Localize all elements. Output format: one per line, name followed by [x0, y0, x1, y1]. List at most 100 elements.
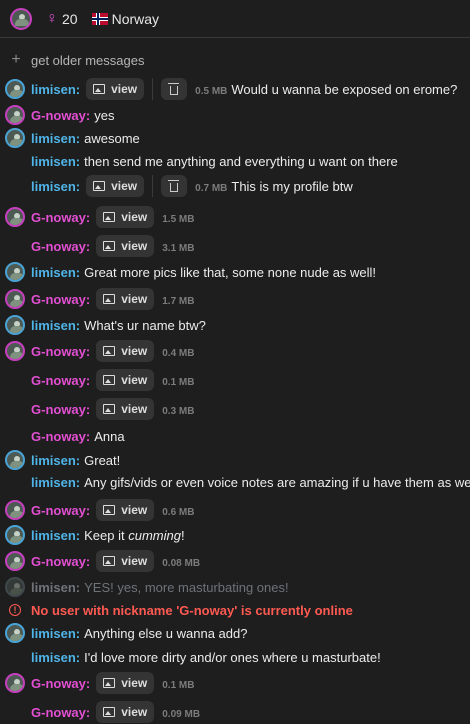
nickname[interactable]: G-noway:: [31, 239, 90, 254]
user-avatar[interactable]: [5, 128, 25, 148]
avatar-slot: [4, 288, 26, 310]
nickname[interactable]: G-noway:: [31, 503, 90, 518]
avatar-slot: [4, 261, 26, 283]
error-message: ! No user with nickname 'G-noway' is curr…: [4, 598, 470, 622]
message-row: limisen: Anything else u wanna add?: [4, 621, 470, 645]
message-row: limisen: then send me anything and everyt…: [4, 149, 470, 173]
message-row: G-noway: view 0.4 MB: [4, 339, 470, 363]
view-image-button[interactable]: view: [96, 550, 155, 572]
message-row: G-noway: view 3.1 MB: [4, 234, 470, 258]
user-avatar[interactable]: [5, 105, 25, 125]
nickname[interactable]: limisen:: [31, 453, 80, 468]
avatar-slot: [4, 499, 26, 521]
file-size: 1.5 MB: [162, 213, 195, 225]
avatar-slot: [4, 340, 26, 362]
message-row: limisen: Any gifs/vids or even voice note…: [4, 470, 470, 494]
user-avatar[interactable]: [5, 341, 25, 361]
view-image-button[interactable]: view: [96, 499, 155, 521]
view-label: view: [121, 554, 148, 568]
avatar-slot: [4, 471, 26, 493]
image-icon: [103, 404, 116, 414]
nickname[interactable]: limisen:: [31, 626, 80, 641]
file-size: 3.1 MB: [162, 242, 195, 254]
nickname[interactable]: limisen:: [31, 82, 80, 97]
nickname[interactable]: limisen:: [31, 650, 80, 665]
avatar-slot: [4, 524, 26, 546]
message-text: Great!: [84, 452, 121, 468]
view-label: view: [121, 373, 148, 387]
image-icon: [103, 294, 116, 304]
file-size: 0.08 MB: [162, 557, 201, 569]
view-label: view: [121, 676, 148, 690]
divider: [152, 78, 154, 100]
avatar-slot: [4, 576, 26, 598]
view-image-button[interactable]: view: [96, 235, 155, 257]
view-image-button[interactable]: view: [96, 369, 155, 391]
nickname[interactable]: limisen:: [31, 580, 80, 595]
user-avatar[interactable]: [5, 315, 25, 335]
user-avatar[interactable]: [5, 207, 25, 227]
nickname[interactable]: G-noway:: [31, 676, 90, 691]
avatar-slot: [4, 425, 26, 447]
nickname[interactable]: limisen:: [31, 265, 80, 280]
user-avatar[interactable]: [5, 673, 25, 693]
message-row: limisen: Great!: [4, 448, 470, 472]
view-image-button[interactable]: view: [96, 701, 155, 723]
view-image-button[interactable]: view: [86, 78, 145, 100]
message-row: G-noway: view 1.5 MB: [4, 205, 470, 229]
user-avatar[interactable]: [5, 551, 25, 571]
message-row: G-noway: view 0.08 MB: [4, 549, 470, 573]
user-avatar[interactable]: [5, 577, 25, 597]
nickname[interactable]: G-noway:: [31, 344, 90, 359]
avatar-slot: [4, 206, 26, 228]
user-avatar[interactable]: [5, 262, 25, 282]
message-row: G-noway: view 0.1 MB: [4, 671, 470, 695]
nickname[interactable]: G-noway:: [31, 108, 90, 123]
nickname[interactable]: G-noway:: [31, 402, 90, 417]
nickname[interactable]: limisen:: [31, 154, 80, 169]
get-older-messages-label: get older messages: [31, 52, 145, 68]
trash-icon: [168, 179, 180, 192]
avatar-slot: [4, 314, 26, 336]
nickname[interactable]: G-noway:: [31, 554, 90, 569]
nickname[interactable]: G-noway:: [31, 373, 90, 388]
image-icon: [93, 181, 106, 191]
nickname[interactable]: G-noway:: [31, 429, 90, 444]
user-avatar[interactable]: [5, 289, 25, 309]
nickname[interactable]: G-noway:: [31, 210, 90, 225]
message-row: limisen: Great more pics like that, some …: [4, 260, 470, 284]
view-image-button[interactable]: view: [96, 398, 155, 420]
female-icon: ♀: [46, 9, 58, 27]
view-image-button[interactable]: view: [86, 175, 145, 197]
user-avatar[interactable]: [5, 525, 25, 545]
nickname[interactable]: limisen:: [31, 131, 80, 146]
avatar-slot: [4, 701, 26, 723]
user-avatar[interactable]: [5, 623, 25, 643]
avatar-slot: [4, 150, 26, 172]
message-row: limisen: YES! yes, more masturbating ones…: [4, 575, 470, 599]
view-image-button[interactable]: view: [96, 340, 155, 362]
file-size: 0.5 MB: [195, 85, 228, 97]
nickname[interactable]: limisen:: [31, 318, 80, 333]
delete-image-button[interactable]: [161, 78, 188, 100]
nickname[interactable]: limisen:: [31, 475, 80, 490]
avatar-slot: [4, 622, 26, 644]
delete-image-button[interactable]: [161, 175, 188, 197]
user-avatar[interactable]: [5, 500, 25, 520]
message-text: Great more pics like that, some none nud…: [84, 264, 377, 280]
partner-avatar[interactable]: [10, 7, 32, 30]
view-image-button[interactable]: view: [96, 288, 155, 310]
avatar-slot: [4, 398, 26, 420]
user-avatar[interactable]: [5, 79, 25, 99]
nickname[interactable]: limisen:: [31, 179, 80, 194]
get-older-messages-button[interactable]: + get older messages: [9, 51, 144, 69]
nickname[interactable]: limisen:: [31, 528, 80, 543]
image-icon: [103, 212, 116, 222]
view-label: view: [121, 239, 148, 253]
message-text: Any gifs/vids or even voice notes are am…: [84, 474, 470, 490]
view-image-button[interactable]: view: [96, 206, 155, 228]
view-image-button[interactable]: view: [96, 672, 155, 694]
nickname[interactable]: G-noway:: [31, 292, 90, 307]
user-avatar[interactable]: [5, 450, 25, 470]
nickname[interactable]: G-noway:: [31, 705, 90, 720]
